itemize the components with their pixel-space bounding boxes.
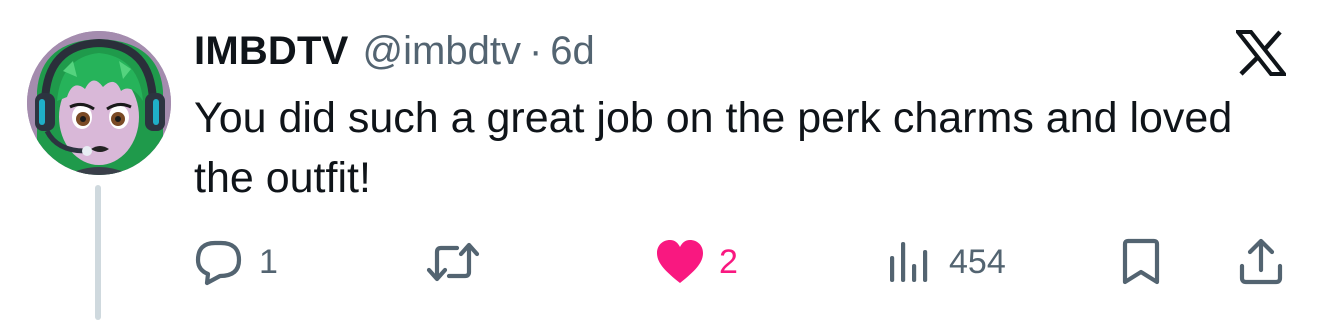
action-bar: 1 2 454	[0, 232, 1320, 292]
bookmark-button[interactable]	[1119, 232, 1163, 292]
reply-bubble-icon	[193, 238, 245, 286]
like-button[interactable]: 2	[655, 232, 738, 292]
views-bar-chart-icon	[887, 238, 935, 286]
reply-button[interactable]: 1	[193, 232, 278, 292]
share-upload-icon	[1237, 238, 1285, 286]
bookmark-icon	[1119, 238, 1163, 286]
tweet-header: IMBDTV @imbdtv · 6d	[194, 26, 595, 76]
user-handle[interactable]: @imbdtv	[363, 29, 521, 74]
avatar[interactable]	[27, 31, 171, 175]
reply-count: 1	[259, 242, 278, 281]
tweet-text: You did such a great job on the perk cha…	[194, 94, 1233, 202]
display-name[interactable]: IMBDTV	[194, 29, 349, 74]
retweet-button[interactable]	[425, 232, 495, 292]
heart-icon	[655, 239, 705, 285]
views-button[interactable]: 454	[887, 232, 1006, 292]
like-count: 2	[719, 242, 738, 281]
separator-dot: ·	[528, 28, 543, 73]
retweet-icon	[425, 238, 481, 286]
share-button[interactable]	[1237, 232, 1285, 292]
avatar-image	[27, 31, 171, 175]
x-logo-icon[interactable]	[1233, 30, 1289, 76]
views-count: 454	[949, 242, 1006, 281]
timestamp[interactable]: 6d	[550, 29, 595, 74]
